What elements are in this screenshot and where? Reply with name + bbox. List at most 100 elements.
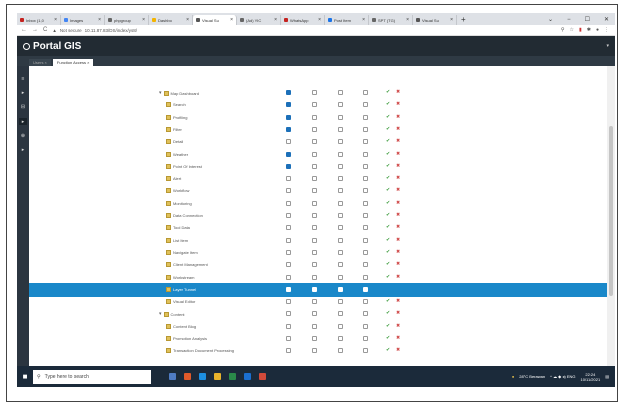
delete-row-icon[interactable]: ✖ [396, 175, 400, 181]
permission-checkbox[interactable] [286, 139, 291, 145]
delete-row-icon[interactable]: ✖ [396, 347, 400, 353]
permission-checkbox[interactable] [363, 126, 368, 132]
weather-text[interactable]: 28°C Berawan [519, 374, 545, 379]
maximize-icon[interactable]: ☐ [585, 16, 590, 23]
rail-menu-icon[interactable]: ▸ [22, 147, 25, 153]
permission-checkbox[interactable] [312, 286, 317, 292]
delete-row-icon[interactable]: ✖ [396, 101, 400, 107]
permission-checkbox[interactable] [312, 200, 317, 206]
browser-tab[interactable]: Visual Su × [413, 15, 457, 25]
permission-checkbox[interactable] [286, 176, 291, 182]
permission-checkbox[interactable] [338, 274, 343, 280]
permission-checkbox[interactable] [338, 311, 343, 317]
permission-checkbox[interactable] [312, 126, 317, 132]
tree-node[interactable]: Filter [166, 126, 182, 132]
save-row-icon[interactable]: ✔ [386, 114, 390, 120]
zoom-icon[interactable]: ⚲ [561, 27, 565, 33]
delete-row-icon[interactable]: ✖ [396, 323, 400, 329]
taskbar-app-icon[interactable] [259, 373, 266, 380]
browser-tab[interactable]: SPT (TG) × [369, 15, 413, 25]
permission-checkbox[interactable] [286, 274, 291, 280]
permission-checkbox[interactable] [312, 299, 317, 305]
save-row-icon[interactable]: ✔ [386, 249, 390, 255]
permission-checkbox[interactable] [312, 213, 317, 218]
tab-close-icon[interactable]: × [98, 17, 101, 23]
permission-checkbox[interactable] [312, 139, 317, 145]
save-row-icon[interactable]: ✔ [386, 126, 390, 132]
permission-checkbox[interactable] [286, 262, 291, 268]
save-row-icon[interactable]: ✔ [386, 163, 390, 169]
permission-checkbox[interactable] [338, 286, 343, 292]
back-icon[interactable]: ← [21, 27, 27, 33]
tree-node[interactable]: Weather [166, 151, 188, 157]
permission-checkbox[interactable] [312, 348, 317, 354]
permission-checkbox[interactable] [363, 323, 368, 329]
url-text[interactable]: 10.11.87.83/DS/index/ys8/ [85, 28, 137, 33]
tree-node[interactable]: ▾ Map Dashboard [159, 90, 199, 96]
profile-icon[interactable]: ● [596, 27, 599, 33]
taskbar-app-icon[interactable] [244, 373, 251, 380]
permission-checkbox[interactable] [363, 311, 368, 317]
permission-checkbox[interactable] [363, 176, 368, 182]
reload-icon[interactable]: C [43, 27, 47, 33]
tab-close-icon[interactable]: × [406, 17, 409, 23]
rail-menu-icon[interactable]: ≡ [22, 76, 25, 82]
rail-menu-icon[interactable]: ⊟ [21, 104, 25, 110]
delete-row-icon[interactable]: ✖ [396, 310, 400, 316]
taskbar-app-icon[interactable] [199, 373, 206, 380]
permission-checkbox[interactable] [286, 225, 291, 231]
permission-checkbox[interactable] [286, 286, 291, 292]
save-row-icon[interactable]: ✔ [386, 200, 390, 206]
save-row-icon[interactable]: ✔ [386, 101, 390, 107]
save-row-icon[interactable]: ✔ [386, 187, 390, 193]
delete-row-icon[interactable]: ✖ [396, 335, 400, 341]
save-row-icon[interactable]: ✔ [386, 261, 390, 267]
permission-checkbox[interactable] [286, 151, 291, 157]
permission-checkbox[interactable] [312, 188, 317, 194]
tray-icons[interactable]: ^ ☁ ◆ ◂) ENG [550, 374, 575, 379]
permission-checkbox[interactable] [363, 90, 368, 95]
save-row-icon[interactable]: ✔ [386, 310, 390, 316]
delete-row-icon[interactable]: ✖ [396, 151, 400, 157]
permission-checkbox[interactable] [363, 151, 368, 157]
permission-checkbox[interactable] [363, 102, 368, 108]
permission-checkbox[interactable] [338, 90, 343, 95]
permission-checkbox[interactable] [338, 225, 343, 231]
permission-checkbox[interactable] [363, 213, 368, 218]
tree-node[interactable]: Layer Tunnel [166, 286, 196, 292]
tree-node[interactable]: Tool Data [166, 225, 190, 231]
permission-checkbox[interactable] [363, 348, 368, 354]
permission-checkbox[interactable] [286, 348, 291, 354]
tree-node[interactable]: Navigate Item [166, 249, 198, 255]
tree-node[interactable]: Visual Editor [166, 299, 195, 305]
clock[interactable]: 22:24 10/11/2021 [580, 372, 600, 382]
permission-checkbox[interactable] [338, 200, 343, 206]
tree-node[interactable]: Transaction Document Processing [166, 348, 234, 354]
delete-row-icon[interactable]: ✖ [396, 274, 400, 280]
permission-checkbox[interactable] [286, 188, 291, 194]
delete-row-icon[interactable]: ✖ [396, 200, 400, 206]
permission-checkbox[interactable] [286, 311, 291, 317]
tab-close-icon[interactable]: × [450, 17, 453, 23]
permission-checkbox[interactable] [338, 299, 343, 305]
permission-checkbox[interactable] [286, 90, 291, 95]
browser-tab[interactable]: Visual Su × [193, 15, 237, 25]
browser-tab[interactable]: Inbox (1,0 × [17, 15, 61, 25]
delete-row-icon[interactable]: ✖ [396, 89, 400, 95]
scrollbar-thumb[interactable] [609, 126, 613, 296]
permission-checkbox[interactable] [338, 114, 343, 120]
rail-menu-icon[interactable]: ▸ [19, 118, 27, 125]
puzzle-icon[interactable]: ✱ [587, 27, 591, 33]
permission-checkbox[interactable] [338, 323, 343, 329]
save-row-icon[interactable]: ✔ [386, 224, 390, 230]
tree-node[interactable]: List Item [166, 237, 188, 243]
tree-node[interactable]: Content Blog [166, 323, 196, 329]
permission-checkbox[interactable] [286, 126, 291, 132]
tab-function-access[interactable]: Function Access × [52, 59, 94, 66]
star-icon[interactable]: ☆ [570, 27, 574, 33]
permission-checkbox[interactable] [338, 213, 343, 218]
permission-checkbox[interactable] [363, 299, 368, 305]
forward-icon[interactable]: → [32, 27, 38, 33]
delete-row-icon[interactable]: ✖ [396, 187, 400, 193]
delete-row-icon[interactable]: ✖ [396, 249, 400, 255]
